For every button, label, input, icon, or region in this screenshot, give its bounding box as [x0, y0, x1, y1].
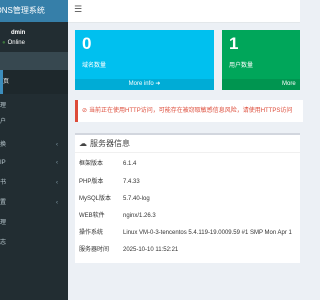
hamburger-menu-icon[interactable]: ☰ — [74, 4, 82, 15]
status-dot-icon: ● — [2, 40, 6, 46]
table-row: MySQL版本 5.7.40-log — [75, 192, 300, 206]
table-row: WEB软件 nginx/1.26.3 — [75, 209, 300, 223]
sidebar-search-bar[interactable] — [0, 52, 68, 70]
info-value: 6.1.4 — [123, 161, 137, 167]
info-key: WEB软件 — [79, 213, 105, 219]
user-status: ● Online — [2, 40, 25, 46]
sidebar-item-label: 户 — [0, 119, 7, 125]
warning-icon: ⊘ — [82, 108, 88, 114]
info-value: 2025-10-10 11:52:21 — [123, 247, 179, 253]
info-key: 服务器时间 — [79, 247, 110, 253]
sidebar-item-logs[interactable]: 志 — [0, 231, 68, 255]
user-more-info-link[interactable]: More info — [222, 79, 300, 90]
user-status-label: Online — [7, 40, 25, 46]
table-row: PHP版本 7.4.33 — [75, 175, 300, 189]
server-info-header: ☁ 服务器信息 — [75, 135, 300, 153]
sidebar-item-label: 页 — [3, 79, 10, 85]
info-value: nginx/1.26.3 — [123, 213, 156, 219]
info-value: 5.7.40-log — [123, 196, 150, 202]
table-row: 框架版本 6.1.4 — [75, 157, 300, 171]
cloud-icon: ☁ — [79, 139, 87, 148]
sidebar-item-home[interactable]: 页 — [0, 70, 68, 94]
info-key: 操作系统 — [79, 230, 104, 236]
server-info-panel: ☁ 服务器信息 框架版本 6.1.4 PHP版本 7.4.33 MySQL版本 5.7.… — [75, 133, 300, 263]
http-warning-alert: ⊘ 当前正在使用HTTP访问，可能存在被窃取敏感信息风险，请使用HTTPS访问 — [75, 100, 303, 122]
top-navbar: ☰ — [68, 0, 300, 23]
domain-count-box: 0 域名数量 More info ➜ — [75, 30, 214, 90]
user-count-box: 1 用户数量 More info — [222, 30, 300, 90]
user-panel: dmin ● Online — [0, 22, 68, 52]
info-key: 框架版本 — [79, 161, 104, 167]
table-row: 操作系统 Linux VM-0-3-tencentos 5.4.119-19.00… — [75, 226, 300, 240]
app-brand[interactable]: DNS管理系统 — [0, 0, 68, 22]
sidebar-item-users[interactable]: 户 — [0, 110, 68, 134]
table-row: 服务器时间 2025-10-10 11:52:21 — [75, 243, 300, 257]
sidebar: DNS管理系统 dmin ● Online 页 理 户 换 ‹ IP ‹ 书 ‹ 置 ‹ … — [0, 0, 68, 300]
info-value: 7.4.33 — [123, 179, 140, 185]
server-info-title: 服务器信息 — [90, 139, 130, 148]
domain-count-label: 域名数量 — [82, 63, 107, 69]
user-count-label: 用户数量 — [229, 63, 254, 69]
domain-count-value: 0 — [82, 34, 92, 53]
info-value: Linux VM-0-3-tencentos 5.4.119-19.0009.5… — [123, 230, 292, 236]
domain-more-info-link[interactable]: More info ➜ — [75, 79, 214, 90]
sidebar-item-label: 志 — [0, 240, 7, 246]
user-count-value: 1 — [229, 34, 239, 53]
info-key: PHP版本 — [79, 179, 104, 185]
info-key: MySQL版本 — [79, 196, 112, 202]
alert-text: 当前正在使用HTTP访问，可能存在被窃取敏感信息风险，请使用HTTPS访问 — [89, 108, 293, 114]
user-name: dmin — [11, 30, 26, 36]
